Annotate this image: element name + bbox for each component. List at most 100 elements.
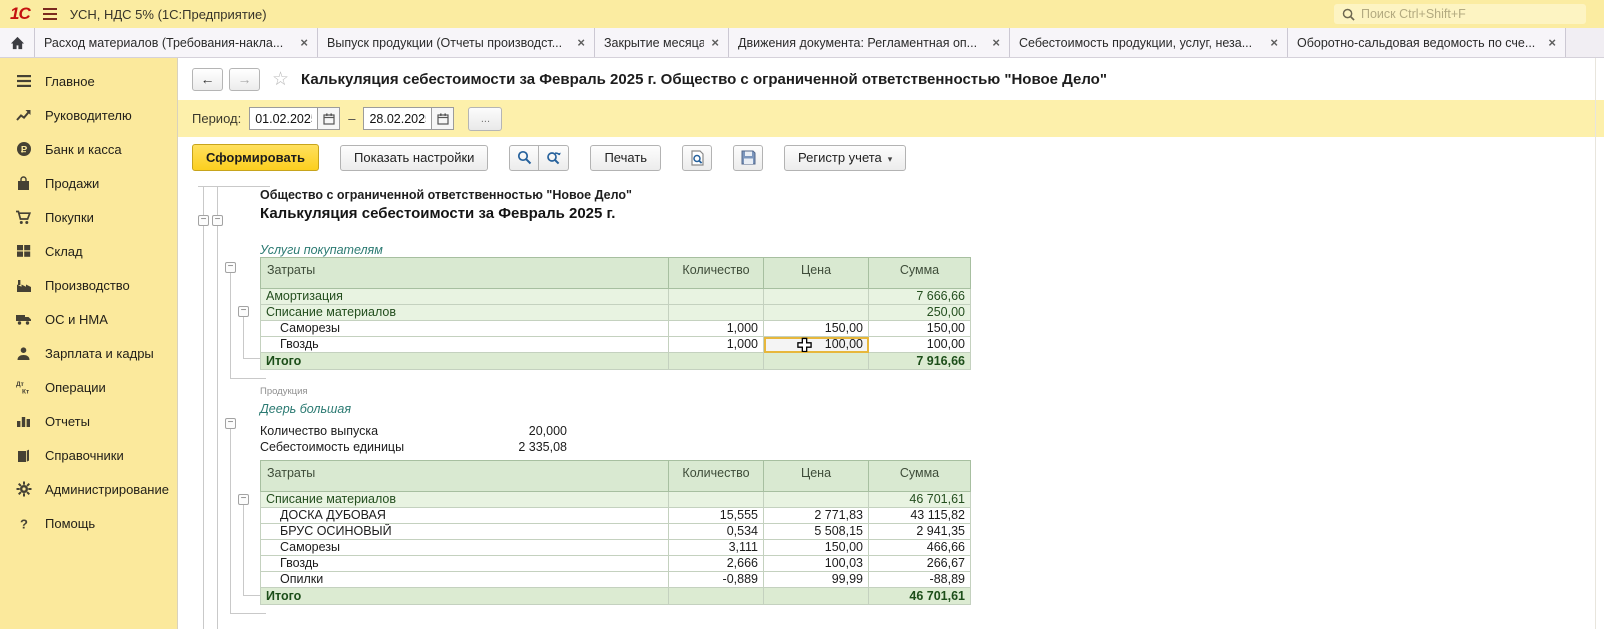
cell[interactable]: 150,00 bbox=[764, 321, 869, 337]
sidebar-item-cart[interactable]: Покупки bbox=[0, 200, 177, 234]
sidebar-item-dtkt[interactable]: ДтКтОперации bbox=[0, 370, 177, 404]
cell[interactable] bbox=[669, 353, 764, 370]
cell[interactable]: БРУС ОСИНОВЫЙ bbox=[261, 524, 669, 540]
global-search-input[interactable]: Поиск Ctrl+Shift+F bbox=[1334, 4, 1586, 24]
cell[interactable]: 150,00 bbox=[869, 321, 971, 337]
cell[interactable] bbox=[669, 305, 764, 321]
tab-2[interactable]: Выпуск продукции (Отчеты производст...× bbox=[318, 28, 595, 57]
selected-cell[interactable]: 100,00 bbox=[764, 337, 869, 353]
column-header[interactable]: Затраты bbox=[261, 461, 669, 492]
cell[interactable]: -0,889 bbox=[669, 572, 764, 588]
cell[interactable]: 7 666,66 bbox=[869, 289, 971, 305]
sidebar-item-truck[interactable]: ОС и НМА bbox=[0, 302, 177, 336]
cell[interactable]: 2 941,35 bbox=[869, 524, 971, 540]
cell[interactable]: Саморезы bbox=[261, 321, 669, 337]
cell[interactable]: Списание материалов bbox=[261, 492, 669, 508]
cell[interactable]: Итого bbox=[261, 353, 669, 370]
cell[interactable]: 1,000 bbox=[669, 337, 764, 353]
cell[interactable]: Гвоздь bbox=[261, 337, 669, 353]
cell[interactable] bbox=[764, 289, 869, 305]
tab-3[interactable]: Закрытие месяца× bbox=[595, 28, 729, 57]
column-header[interactable]: Количество bbox=[669, 461, 764, 492]
find-next-button[interactable] bbox=[539, 145, 569, 171]
cell[interactable]: 100,00 bbox=[869, 337, 971, 353]
sidebar-item-grid[interactable]: Склад bbox=[0, 234, 177, 268]
save-button[interactable] bbox=[733, 145, 763, 171]
cell[interactable] bbox=[669, 289, 764, 305]
tab-5[interactable]: Себестоимость продукции, услуг, неза...× bbox=[1010, 28, 1288, 57]
sidebar-item-trend[interactable]: Руководителю bbox=[0, 98, 177, 132]
cell[interactable]: Саморезы bbox=[261, 540, 669, 556]
print-button[interactable]: Печать bbox=[590, 145, 661, 171]
collapse-group-icon[interactable]: − bbox=[225, 262, 236, 273]
close-icon[interactable]: × bbox=[300, 35, 308, 50]
collapse-group-icon[interactable]: − bbox=[238, 306, 249, 317]
cell[interactable]: 150,00 bbox=[764, 540, 869, 556]
cell[interactable] bbox=[764, 353, 869, 370]
calendar-icon[interactable] bbox=[317, 107, 340, 130]
cell[interactable]: 266,67 bbox=[869, 556, 971, 572]
sidebar-item-bag[interactable]: Продажи bbox=[0, 166, 177, 200]
column-header[interactable]: Цена bbox=[764, 461, 869, 492]
column-header[interactable]: Затраты bbox=[261, 258, 669, 289]
collapse-group-icon[interactable]: − bbox=[238, 494, 249, 505]
cell[interactable]: Амортизация bbox=[261, 289, 669, 305]
sidebar-item-chart[interactable]: Отчеты bbox=[0, 404, 177, 438]
cell[interactable]: 466,66 bbox=[869, 540, 971, 556]
tab-1[interactable]: Расход материалов (Требования-накла...× bbox=[35, 28, 318, 57]
cell[interactable] bbox=[669, 588, 764, 605]
forward-button[interactable]: → bbox=[229, 68, 260, 91]
collapse-group-icon[interactable]: − bbox=[212, 215, 223, 226]
period-more-button[interactable]: ... bbox=[468, 107, 502, 131]
close-icon[interactable]: × bbox=[1548, 35, 1556, 50]
tab-4[interactable]: Движения документа: Регламентная оп...× bbox=[729, 28, 1010, 57]
cell[interactable] bbox=[669, 492, 764, 508]
favorite-star-icon[interactable]: ☆ bbox=[272, 68, 289, 91]
period-to-input[interactable] bbox=[363, 107, 431, 130]
cell[interactable]: ДОСКА ДУБОВАЯ bbox=[261, 508, 669, 524]
cell[interactable]: 2 771,83 bbox=[764, 508, 869, 524]
generate-button[interactable]: Сформировать bbox=[192, 144, 319, 171]
cell[interactable]: 43 115,82 bbox=[869, 508, 971, 524]
cell[interactable] bbox=[764, 588, 869, 605]
cell[interactable]: 46 701,61 bbox=[869, 588, 971, 605]
cell[interactable]: 3,111 bbox=[669, 540, 764, 556]
close-icon[interactable]: × bbox=[1270, 35, 1278, 50]
cell[interactable]: 99,99 bbox=[764, 572, 869, 588]
cell[interactable]: 2,666 bbox=[669, 556, 764, 572]
register-menu-button[interactable]: Регистр учета▾ bbox=[784, 145, 906, 171]
cell[interactable]: 7 916,66 bbox=[869, 353, 971, 370]
sidebar-item-help[interactable]: ?Помощь bbox=[0, 506, 177, 540]
show-settings-button[interactable]: Показать настройки bbox=[340, 145, 488, 171]
cell[interactable]: 15,555 bbox=[669, 508, 764, 524]
cell[interactable]: -88,89 bbox=[869, 572, 971, 588]
cell[interactable]: 0,534 bbox=[669, 524, 764, 540]
sidebar-item-person[interactable]: Зарплата и кадры bbox=[0, 336, 177, 370]
close-icon[interactable]: × bbox=[992, 35, 1000, 50]
sidebar-item-gear[interactable]: Администрирование bbox=[0, 472, 177, 506]
column-header[interactable]: Цена bbox=[764, 258, 869, 289]
home-tab[interactable] bbox=[0, 28, 35, 57]
cell[interactable]: Гвоздь bbox=[261, 556, 669, 572]
cell[interactable]: 100,03 bbox=[764, 556, 869, 572]
cell[interactable]: 5 508,15 bbox=[764, 524, 869, 540]
main-menu-icon[interactable] bbox=[42, 7, 58, 21]
cell[interactable]: 1,000 bbox=[669, 321, 764, 337]
column-header[interactable]: Количество bbox=[669, 258, 764, 289]
cell[interactable]: Итого bbox=[261, 588, 669, 605]
preview-button[interactable] bbox=[682, 145, 712, 171]
collapse-group-icon[interactable]: − bbox=[198, 215, 209, 226]
close-icon[interactable]: × bbox=[711, 35, 719, 50]
sidebar-item-ruble[interactable]: РБанк и касса bbox=[0, 132, 177, 166]
cell[interactable] bbox=[764, 305, 869, 321]
calendar-icon[interactable] bbox=[431, 107, 454, 130]
close-icon[interactable]: × bbox=[577, 35, 585, 50]
column-header[interactable]: Сумма bbox=[869, 258, 971, 289]
cell[interactable]: Списание материалов bbox=[261, 305, 669, 321]
collapse-group-icon[interactable]: − bbox=[225, 418, 236, 429]
back-button[interactable]: ← bbox=[192, 68, 223, 91]
cell[interactable]: 250,00 bbox=[869, 305, 971, 321]
sidebar-item-factory[interactable]: Производство bbox=[0, 268, 177, 302]
cell[interactable] bbox=[764, 492, 869, 508]
column-header[interactable]: Сумма bbox=[869, 461, 971, 492]
